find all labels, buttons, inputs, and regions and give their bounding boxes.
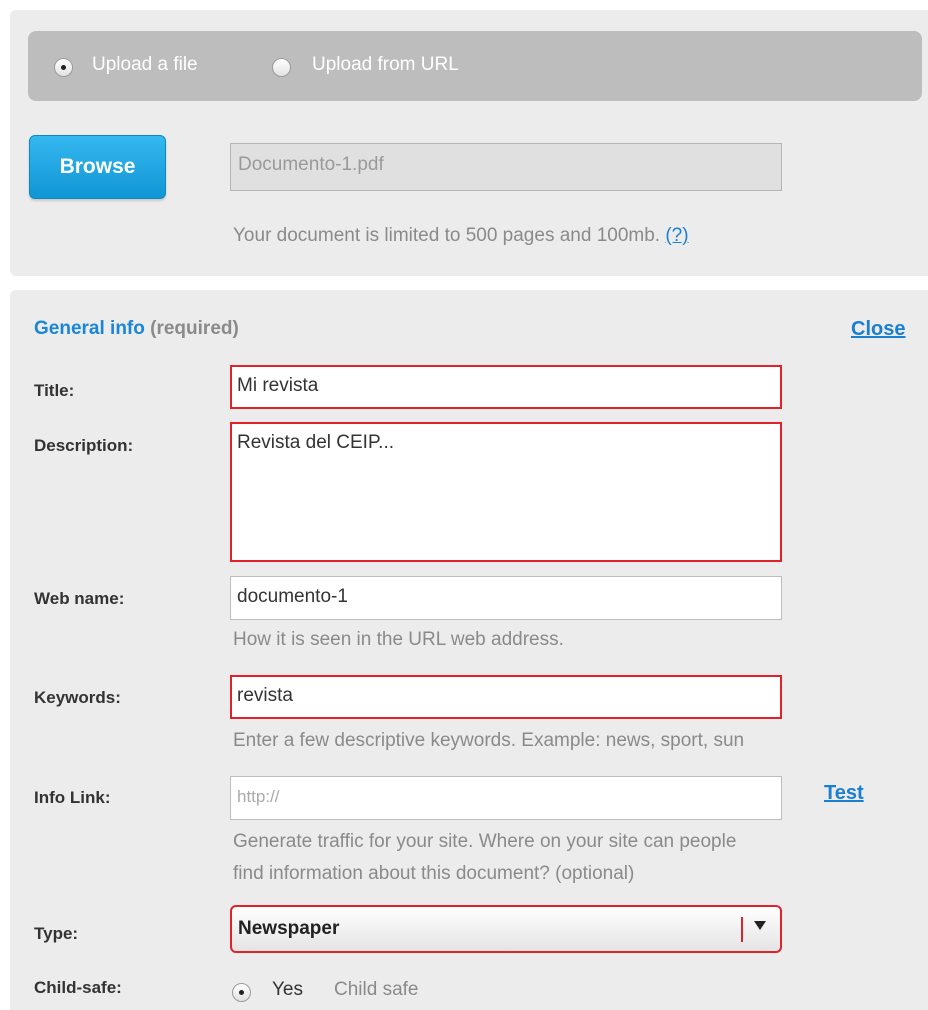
file-name-field: Documento-1.pdf <box>230 143 782 191</box>
title-input[interactable]: Mi revista <box>230 365 782 409</box>
keywords-input[interactable]: revista <box>230 675 782 719</box>
web-name-hint: How it is seen in the URL web address. <box>233 629 564 650</box>
info-link-hint-line1: Generate traffic for your site. Where on… <box>233 831 737 852</box>
child-safe-note: Child safe <box>334 979 419 1000</box>
upload-file-label[interactable]: Upload a file <box>92 54 198 76</box>
description-textarea[interactable]: Revista del CEIP... <box>230 422 782 562</box>
child-safe-yes-radio[interactable] <box>232 983 251 1002</box>
upload-url-label[interactable]: Upload from URL <box>312 54 459 76</box>
upload-url-radio[interactable] <box>272 58 291 77</box>
info-link-label: Info Link: <box>34 788 111 807</box>
description-label: Description: <box>34 436 134 455</box>
upload-file-radio[interactable] <box>54 58 73 77</box>
radio-selected-dot <box>239 990 244 995</box>
web-name-input[interactable]: documento-1 <box>230 576 782 620</box>
info-link-input[interactable]: http:// <box>230 776 782 820</box>
close-link[interactable]: Close <box>851 318 905 341</box>
required-note: (required) <box>150 318 239 339</box>
keywords-hint: Enter a few descriptive keywords. Exampl… <box>233 730 745 751</box>
keywords-label: Keywords: <box>34 688 121 707</box>
help-link[interactable]: (?) <box>665 225 688 246</box>
test-link[interactable]: Test <box>824 782 864 805</box>
web-name-label: Web name: <box>34 589 125 608</box>
child-safe-label: Child-safe: <box>34 978 122 997</box>
section-title: General info (required) <box>34 318 239 340</box>
section-heading: General info <box>34 318 145 339</box>
browse-button[interactable]: Browse <box>29 135 166 199</box>
radio-selected-dot <box>61 65 66 70</box>
info-link-placeholder: http:// <box>237 787 280 806</box>
info-link-hint: Generate traffic for your site. Where on… <box>233 826 736 890</box>
type-selected-value: Newspaper <box>238 918 340 939</box>
select-divider <box>741 917 743 942</box>
title-label: Title: <box>34 381 75 400</box>
info-link-hint-line2: find information about this document? (o… <box>233 863 635 884</box>
child-safe-yes-label[interactable]: Yes <box>272 979 303 1001</box>
chevron-down-icon[interactable] <box>754 921 766 930</box>
type-label: Type: <box>34 924 79 943</box>
upload-limit-note: Your document is limited to 500 pages an… <box>233 225 689 247</box>
limit-note-text: Your document is limited to 500 pages an… <box>233 225 661 246</box>
type-select[interactable]: Newspaper <box>230 905 782 953</box>
